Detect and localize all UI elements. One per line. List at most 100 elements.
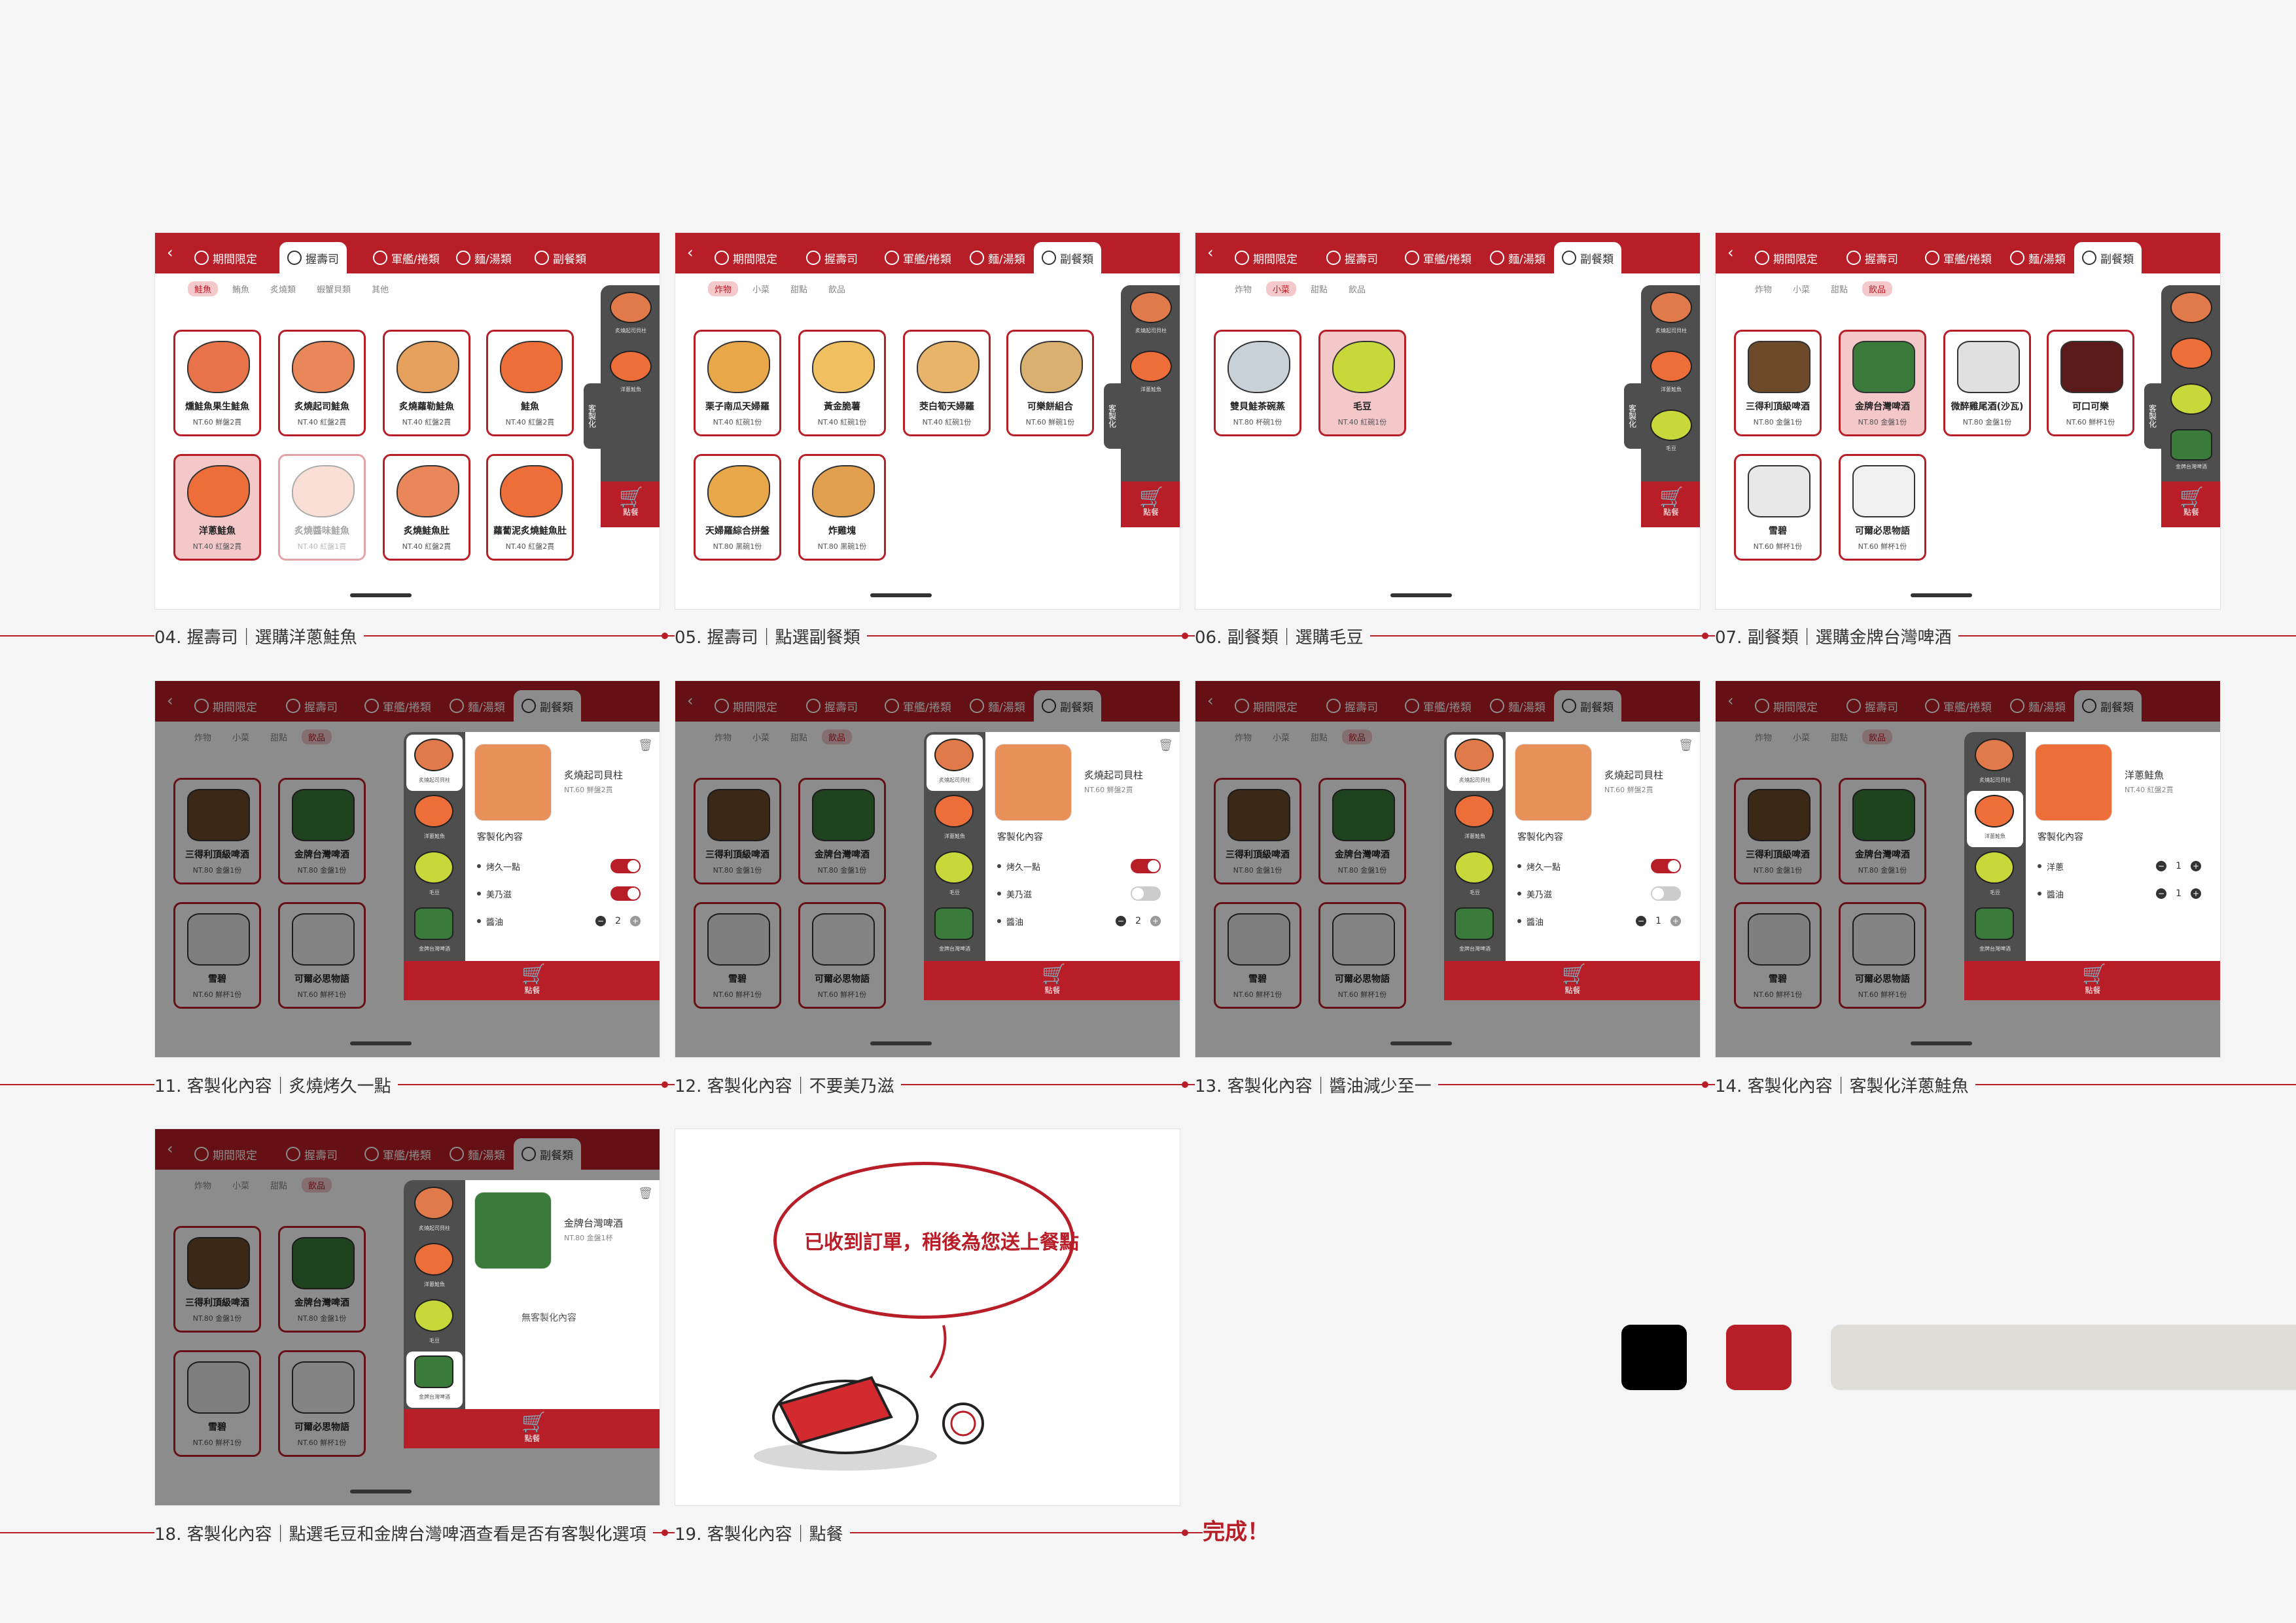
tab-noodles[interactable]: 麵/湯類 <box>456 242 512 273</box>
subtab-fried[interactable]: 炸物 <box>1748 281 1778 296</box>
subtab-other[interactable]: 其他 <box>365 281 395 296</box>
soy-stepper[interactable]: −1 + <box>1636 916 1681 926</box>
order-button[interactable]: 🛒 點餐 <box>1641 481 1700 527</box>
order-button[interactable]: 🛒 點餐 <box>601 481 660 527</box>
back-button[interactable]: ‹ <box>687 243 694 262</box>
subtab-drinks[interactable]: 飲品 <box>1862 281 1893 296</box>
salmon-thumb[interactable] <box>2170 338 2212 369</box>
edamame-thumb[interactable] <box>1650 410 1692 441</box>
plus-button[interactable]: + <box>2191 888 2201 899</box>
customize-tab[interactable]: 客製化 <box>2144 383 2161 449</box>
trash-icon[interactable]: 🗑 <box>638 1187 653 1200</box>
popup-item-edamame[interactable]: 毛豆 <box>927 847 983 903</box>
minus-button[interactable]: − <box>1636 916 1647 926</box>
back-button[interactable]: ‹ <box>1207 243 1214 262</box>
menu-item-card[interactable]: 雪碧 NT.60 鮮杯1份 <box>1734 454 1822 561</box>
tab-sides[interactable]: 副餐類 <box>1554 242 1621 273</box>
minus-button[interactable]: − <box>2156 888 2167 899</box>
plus-button[interactable]: + <box>1670 916 1681 926</box>
popup-item-salmon[interactable]: 洋蔥鮭魚 <box>927 791 983 847</box>
subtab-shellfish[interactable]: 蝦蟹貝類 <box>310 281 357 296</box>
scallop-thumb[interactable] <box>1650 292 1692 323</box>
menu-item-card-selected[interactable]: 金牌台灣啤酒 NT.80 金盤1份 <box>1839 330 1926 436</box>
scallop-thumb[interactable] <box>610 292 652 323</box>
mayo-toggle[interactable] <box>1131 886 1161 901</box>
beer-thumb[interactable] <box>2170 429 2212 461</box>
order-button[interactable]: 🛒 點餐 <box>1121 481 1180 527</box>
popup-item-scallop[interactable]: 炙燒起司貝柱 <box>1447 735 1503 791</box>
subtab-small[interactable]: 小菜 <box>1266 281 1297 296</box>
menu-item-card-selected[interactable]: 毛豆 NT.40 紅碗1份 <box>1318 330 1406 436</box>
edamame-thumb[interactable] <box>2170 383 2212 415</box>
menu-item-card[interactable]: 炙燒起司鮭魚 NT.40 紅盤2貫 <box>278 330 366 436</box>
tab-gunkan[interactable]: 軍艦/捲類 <box>373 242 440 273</box>
plus-button[interactable]: + <box>630 916 641 926</box>
soy-stepper[interactable]: −2 + <box>1116 916 1161 926</box>
popup-item-scallop[interactable]: 炙燒起司貝柱 <box>406 735 463 791</box>
tab-nigiri[interactable]: 握壽司 <box>279 242 347 273</box>
popup-item-beer[interactable]: 金牌台灣啤酒 <box>1967 903 2023 960</box>
roast-toggle[interactable] <box>1131 859 1161 873</box>
tab-limited[interactable]: 期間限定 <box>194 242 257 273</box>
order-button[interactable]: 🛒 點餐 <box>1444 961 1700 1000</box>
menu-item-card[interactable]: 黃金脆薯 NT.40 紅碗1份 <box>798 330 886 436</box>
salmon-thumb[interactable] <box>1130 351 1172 382</box>
tab-sides[interactable]: 副餐類 <box>2074 242 2142 273</box>
subtab-fried[interactable]: 炸物 <box>708 281 739 296</box>
tab-nigiri[interactable]: 握壽司 <box>1846 242 1898 273</box>
tab-noodles[interactable]: 麵/湯類 <box>1490 242 1545 273</box>
tab-limited[interactable]: 期間限定 <box>1235 242 1298 273</box>
subtab-salmon[interactable]: 鮭魚 <box>188 281 219 296</box>
back-button[interactable]: ‹ <box>1727 243 1734 262</box>
order-button[interactable]: 🛒 點餐 <box>924 961 1180 1000</box>
customize-tab[interactable]: 客製化 <box>1104 383 1121 449</box>
subtab-small[interactable]: 小菜 <box>1786 281 1816 296</box>
scallop-thumb[interactable] <box>2170 292 2212 323</box>
popup-item-edamame[interactable]: 毛豆 <box>1447 847 1503 903</box>
popup-item-salmon[interactable]: 洋蔥鮭魚 <box>1447 791 1503 847</box>
minus-button[interactable]: − <box>2156 861 2167 871</box>
order-button[interactable]: 🛒 點餐 <box>404 961 660 1000</box>
popup-item-salmon[interactable]: 洋蔥鮭魚 <box>406 1239 463 1295</box>
salmon-thumb[interactable] <box>610 351 652 382</box>
salmon-thumb[interactable] <box>1650 351 1692 382</box>
tab-nigiri[interactable]: 握壽司 <box>1326 242 1378 273</box>
subtab-drinks[interactable]: 飲品 <box>822 281 852 296</box>
scallop-thumb[interactable] <box>1130 292 1172 323</box>
order-button[interactable]: 🛒 點餐 <box>1964 961 2220 1000</box>
menu-item-card[interactable]: 可口可樂 NT.60 鮮杯1份 <box>2047 330 2134 436</box>
menu-item-card[interactable]: 可爾必思物語 NT.60 鮮杯1份 <box>1839 454 1926 561</box>
plus-button[interactable]: + <box>1150 916 1161 926</box>
mayo-toggle[interactable] <box>610 886 641 901</box>
onion-stepper[interactable]: −1 + <box>2156 861 2201 871</box>
menu-item-card[interactable]: 可樂餅組合 NT.60 鮮碗1份 <box>1006 330 1094 436</box>
menu-item-card[interactable]: 炙燒鮭魚肚 NT.40 紅盤2貫 <box>383 454 470 561</box>
subtab-tuna[interactable]: 鮪魚 <box>226 281 256 296</box>
popup-item-beer[interactable]: 金牌台灣啤酒 <box>927 903 983 960</box>
menu-item-card[interactable]: 雙貝鮭茶碗蒸 NT.80 杯碗1份 <box>1214 330 1301 436</box>
menu-item-card[interactable]: 三得利頂級啤酒 NT.80 金盤1份 <box>1734 330 1822 436</box>
popup-item-edamame[interactable]: 毛豆 <box>1967 847 2023 903</box>
back-button[interactable]: ‹ <box>167 243 173 262</box>
menu-item-card[interactable]: 炙燒蘿勒鮭魚 NT.40 紅盤2貫 <box>383 330 470 436</box>
roast-toggle[interactable] <box>610 859 641 873</box>
tab-sides[interactable]: 副餐類 <box>535 242 586 273</box>
menu-item-card[interactable]: 茭白筍天婦羅 NT.40 紅碗1份 <box>903 330 991 436</box>
popup-item-edamame[interactable]: 毛豆 <box>406 847 463 903</box>
tab-sides[interactable]: 副餐類 <box>1034 242 1101 273</box>
popup-item-salmon[interactable]: 洋蔥鮭魚 <box>1967 791 2023 847</box>
popup-item-beer[interactable]: 金牌台灣啤酒 <box>406 1352 463 1408</box>
tab-gunkan[interactable]: 軍艦/捲類 <box>1405 242 1472 273</box>
subtab-dessert[interactable]: 甜點 <box>784 281 814 296</box>
subtab-dessert[interactable]: 甜點 <box>1304 281 1334 296</box>
popup-item-beer[interactable]: 金牌台灣啤酒 <box>1447 903 1503 960</box>
order-button[interactable]: 🛒 點餐 <box>2161 481 2220 527</box>
trash-icon[interactable]: 🗑 <box>1678 739 1693 752</box>
soy-stepper[interactable]: −1 + <box>2156 888 2201 899</box>
tab-limited[interactable]: 期間限定 <box>1755 242 1818 273</box>
tab-nigiri[interactable]: 握壽司 <box>806 242 858 273</box>
minus-button[interactable]: − <box>595 916 607 926</box>
customize-tab[interactable]: 客製化 <box>584 383 601 449</box>
menu-item-card[interactable]: 鮭魚 NT.40 紅盤2貫 <box>486 330 574 436</box>
subtab-fried[interactable]: 炸物 <box>1228 281 1258 296</box>
